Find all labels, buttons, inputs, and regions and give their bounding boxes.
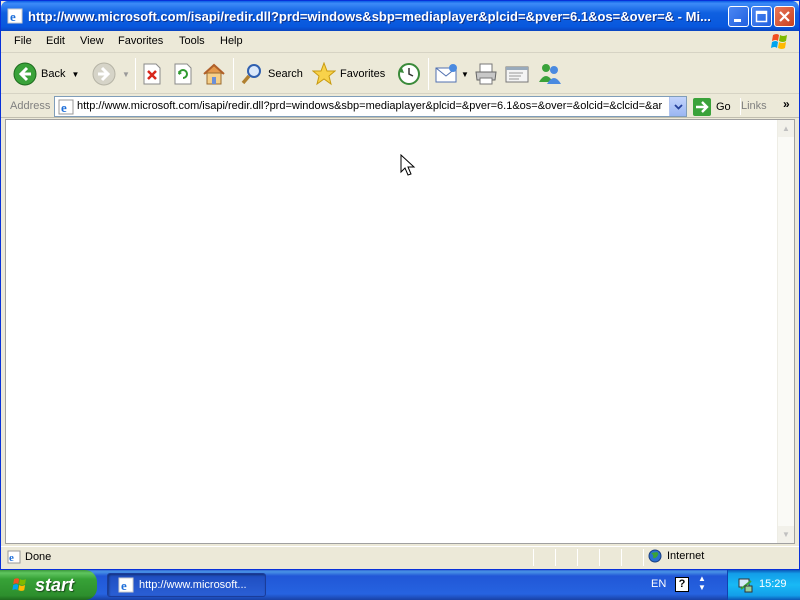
menu-help[interactable]: Help bbox=[220, 35, 243, 47]
close-icon bbox=[779, 11, 790, 22]
taskbar: start e http://www.microsoft... EN ? ▲ ▼ … bbox=[0, 570, 800, 600]
language-indicator[interactable]: EN bbox=[651, 578, 666, 590]
address-url: http://www.microsoft.com/isapi/redir.dll… bbox=[77, 100, 663, 112]
mail-button[interactable]: ▼ bbox=[435, 54, 469, 94]
forward-icon bbox=[92, 62, 116, 86]
windows-flag-icon bbox=[771, 34, 787, 49]
menu-view[interactable]: View bbox=[80, 35, 104, 47]
links-label[interactable]: Links bbox=[741, 100, 767, 112]
home-button[interactable] bbox=[202, 54, 226, 94]
svg-text:e: e bbox=[10, 9, 16, 24]
ie-page-icon: e bbox=[58, 99, 74, 115]
go-icon bbox=[693, 97, 711, 116]
menu-bar: File Edit View Favorites Tools Help bbox=[1, 31, 799, 53]
home-icon bbox=[203, 63, 225, 85]
refresh-button[interactable] bbox=[173, 54, 193, 94]
menu-favorites[interactable]: Favorites bbox=[118, 35, 163, 47]
svg-text:e: e bbox=[61, 100, 67, 115]
toolbar-separator bbox=[428, 58, 429, 90]
system-tray: 15:29 bbox=[727, 570, 800, 600]
toolbar-separator bbox=[233, 58, 234, 90]
vertical-scrollbar[interactable]: ▲ ▼ bbox=[777, 120, 794, 543]
standard-toolbar: Back ▼ ▼ Search Favorites ▼ bbox=[1, 54, 799, 94]
search-label: Search bbox=[268, 68, 303, 80]
favorites-label: Favorites bbox=[340, 68, 386, 80]
back-button[interactable]: Back ▼ bbox=[13, 54, 79, 94]
back-label: Back bbox=[41, 68, 66, 80]
menu-file[interactable]: File bbox=[14, 35, 32, 47]
page-content[interactable]: ▲ ▼ bbox=[5, 119, 795, 544]
stop-icon bbox=[143, 63, 161, 85]
address-label: Address bbox=[10, 100, 51, 112]
svg-text:e: e bbox=[121, 578, 127, 593]
status-divider bbox=[577, 549, 578, 566]
go-button[interactable]: Go bbox=[693, 96, 731, 117]
mouse-cursor-icon bbox=[400, 154, 416, 176]
back-dropdown-icon[interactable]: ▼ bbox=[71, 70, 79, 79]
globe-icon bbox=[648, 549, 662, 563]
chevron-down-icon bbox=[673, 103, 683, 110]
status-divider bbox=[599, 549, 600, 566]
favorites-icon bbox=[312, 62, 336, 86]
history-button[interactable] bbox=[397, 54, 421, 94]
minimize-icon bbox=[734, 19, 741, 22]
windows-flag-icon bbox=[12, 578, 26, 591]
taskbar-ie-label: http://www.microsoft... bbox=[139, 579, 247, 591]
scroll-up-arrow[interactable]: ▲ bbox=[778, 120, 794, 137]
start-label: start bbox=[35, 574, 75, 595]
network-icon[interactable] bbox=[737, 577, 753, 593]
status-divider bbox=[533, 549, 534, 566]
print-icon bbox=[475, 63, 497, 85]
messenger-button[interactable] bbox=[538, 54, 562, 94]
stop-button[interactable] bbox=[142, 54, 162, 94]
security-zone[interactable]: Internet bbox=[648, 549, 704, 563]
favorites-button[interactable]: Favorites bbox=[312, 54, 385, 94]
go-label: Go bbox=[716, 100, 731, 113]
ie-window: e http://www.microsoft.com/isapi/redir.d… bbox=[0, 0, 800, 570]
language-bar-arrows-icon[interactable]: ▲ ▼ bbox=[698, 574, 706, 592]
scroll-down-arrow[interactable]: ▼ bbox=[778, 526, 794, 543]
start-button[interactable]: start bbox=[0, 570, 97, 600]
edit-icon bbox=[505, 66, 529, 83]
back-icon bbox=[13, 62, 37, 86]
history-icon bbox=[398, 63, 420, 85]
zone-label: Internet bbox=[667, 550, 705, 562]
menu-edit[interactable]: Edit bbox=[46, 35, 65, 47]
status-bar: e Done Internet bbox=[1, 546, 799, 568]
close-button[interactable] bbox=[774, 6, 795, 27]
status-divider bbox=[555, 549, 556, 566]
mail-dropdown-icon[interactable]: ▼ bbox=[461, 70, 469, 79]
toolbar-separator bbox=[135, 58, 136, 90]
status-divider bbox=[643, 549, 644, 566]
address-bar: Address e http://www.microsoft.com/isapi… bbox=[1, 95, 799, 118]
status-text: Done bbox=[25, 551, 52, 563]
help-icon[interactable]: ? bbox=[675, 577, 689, 592]
messenger-icon bbox=[539, 64, 561, 84]
forward-dropdown-icon[interactable]: ▼ bbox=[122, 70, 130, 79]
taskbar-ie-button[interactable]: e http://www.microsoft... bbox=[107, 573, 266, 597]
ie-icon: e bbox=[7, 8, 23, 24]
edit-button[interactable] bbox=[505, 54, 529, 94]
clock[interactable]: 15:29 bbox=[759, 578, 787, 590]
links-chevron[interactable]: » bbox=[783, 97, 790, 111]
search-button[interactable]: Search bbox=[240, 54, 303, 94]
ie-icon: e bbox=[118, 577, 134, 593]
svg-text:e: e bbox=[9, 552, 14, 564]
status-divider bbox=[621, 549, 622, 566]
maximize-button[interactable] bbox=[751, 6, 772, 27]
minimize-button[interactable] bbox=[728, 6, 749, 27]
maximize-icon bbox=[755, 10, 768, 23]
refresh-icon bbox=[174, 63, 192, 85]
menu-tools[interactable]: Tools bbox=[179, 35, 205, 47]
address-dropdown-button[interactable] bbox=[669, 97, 686, 116]
mail-icon bbox=[435, 64, 457, 83]
search-icon bbox=[241, 64, 261, 85]
page-done-icon: e bbox=[7, 550, 21, 564]
forward-button[interactable]: ▼ bbox=[92, 54, 130, 94]
print-button[interactable] bbox=[474, 54, 498, 94]
address-input[interactable]: e http://www.microsoft.com/isapi/redir.d… bbox=[54, 96, 687, 117]
title-bar[interactable]: e http://www.microsoft.com/isapi/redir.d… bbox=[1, 1, 799, 31]
window-title: http://www.microsoft.com/isapi/redir.dll… bbox=[28, 9, 711, 24]
